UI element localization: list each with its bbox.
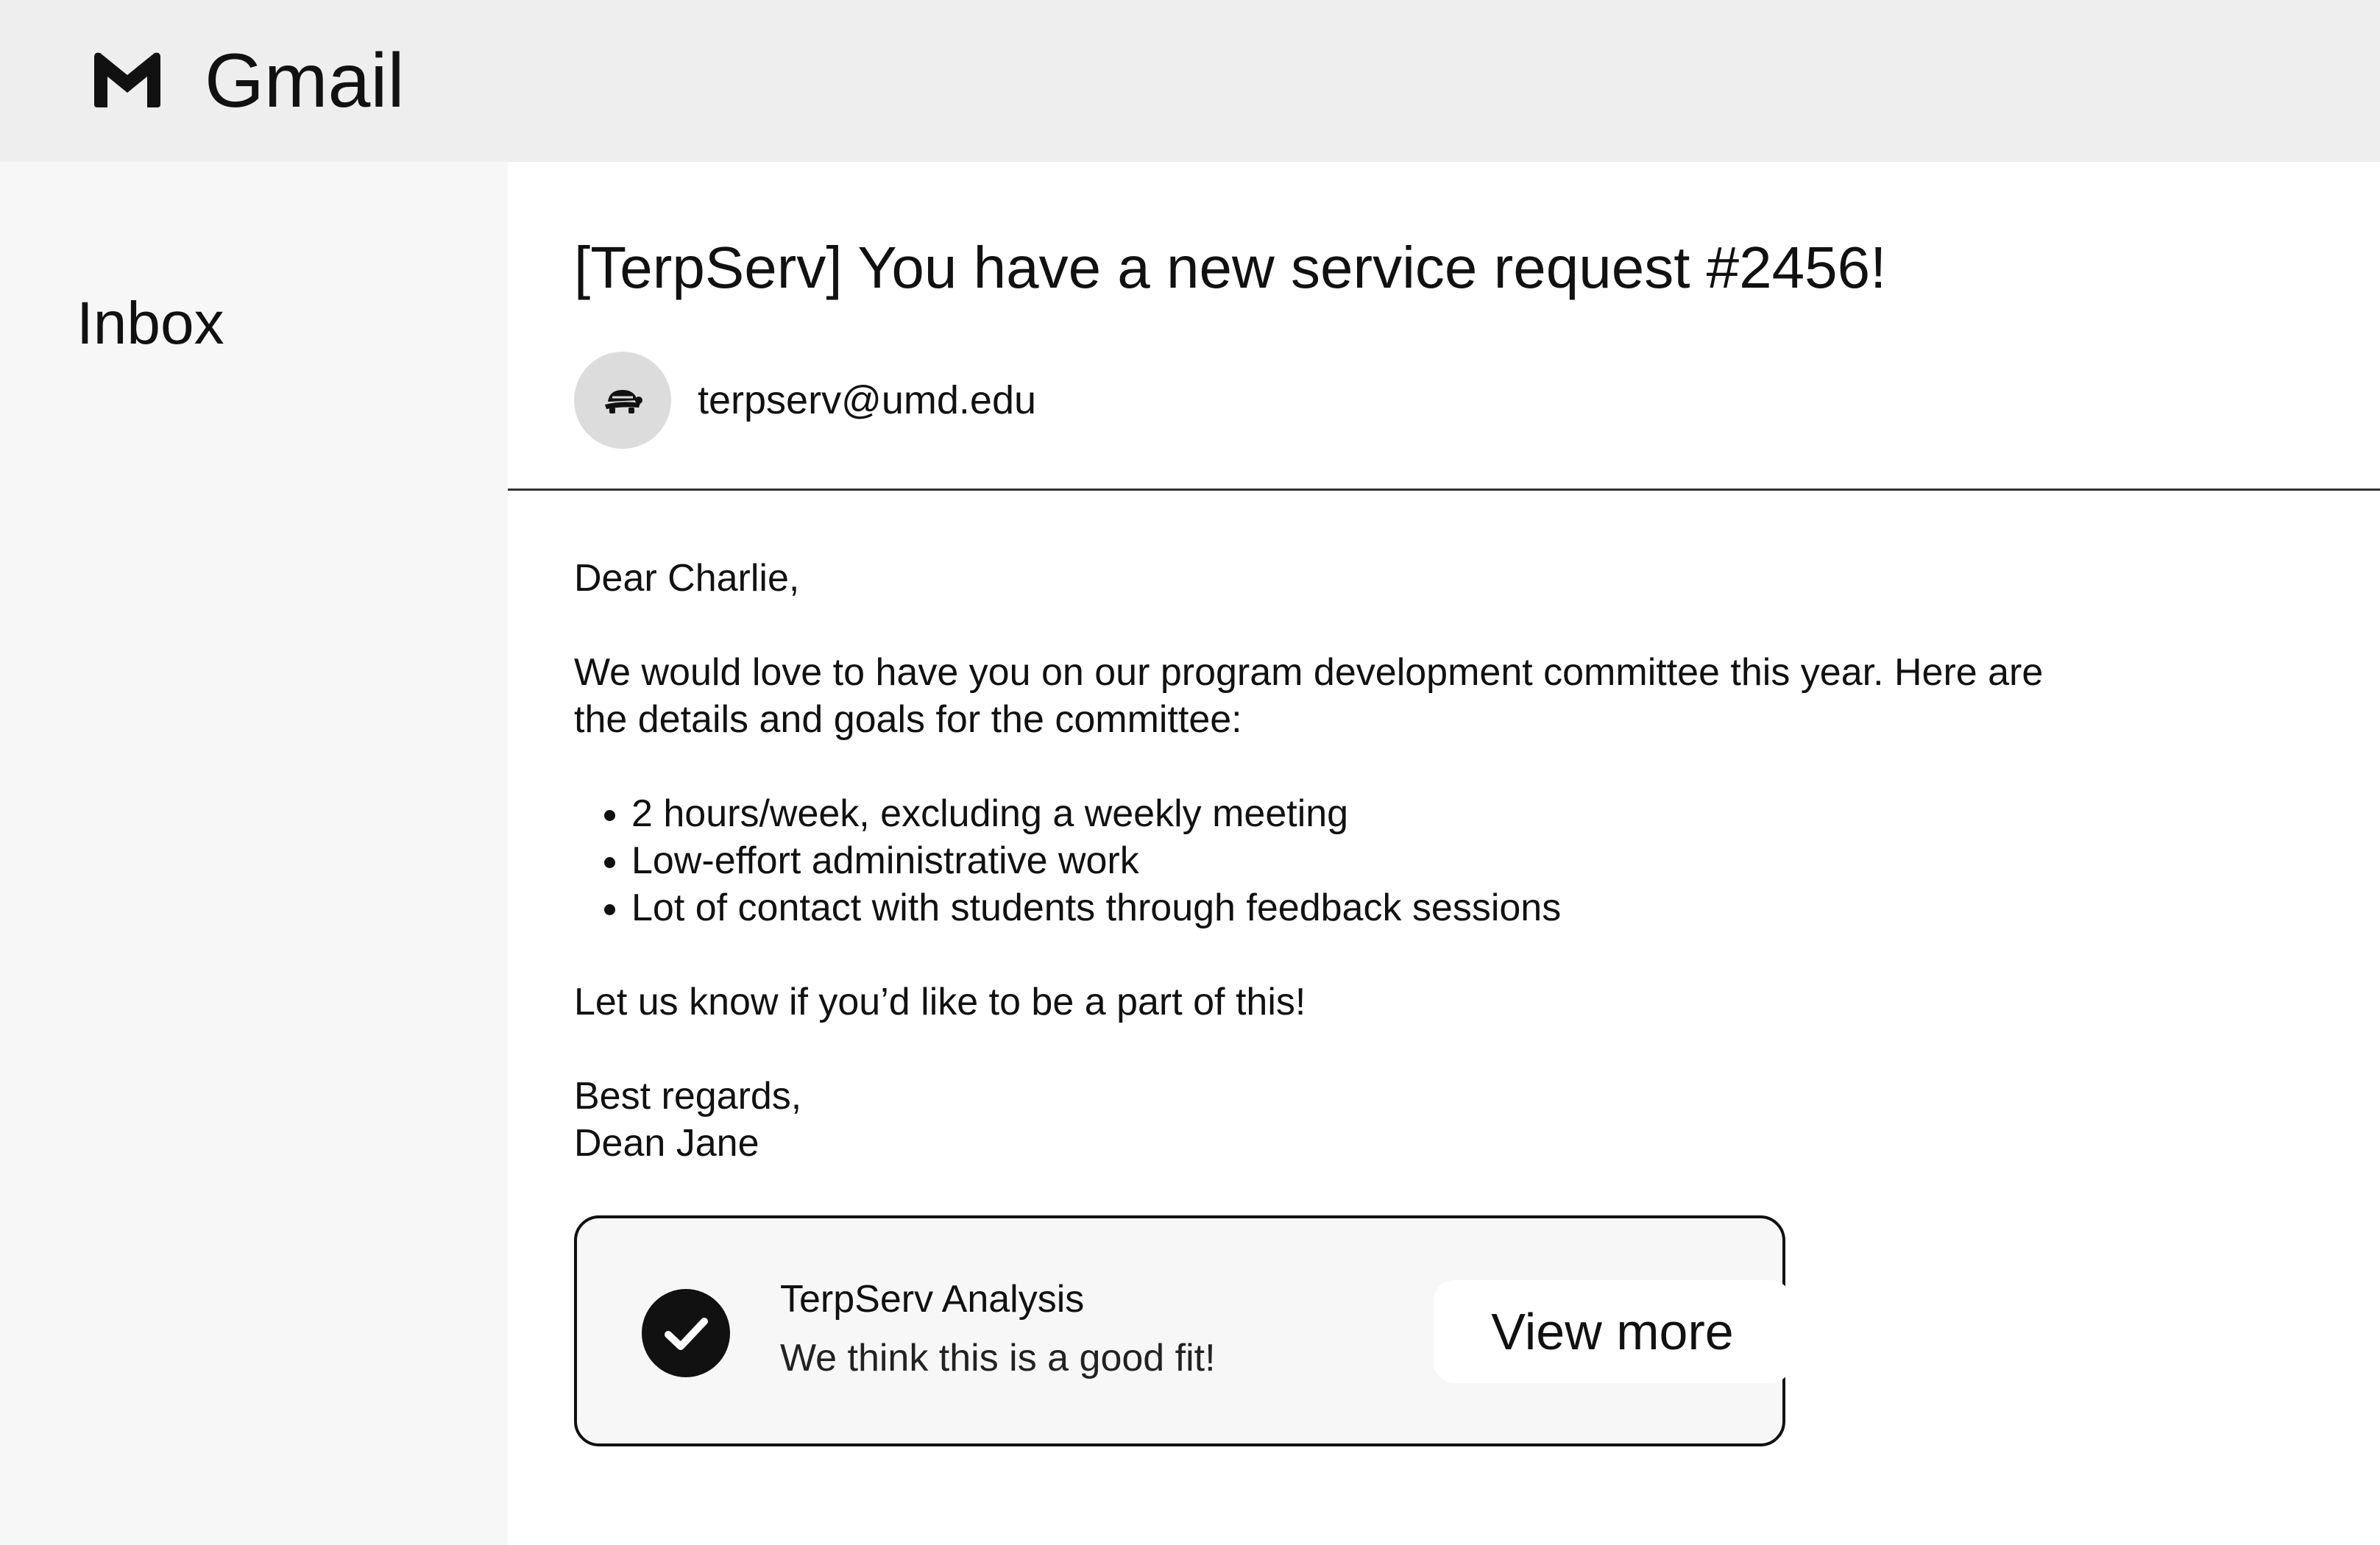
sidebar: Inbox (0, 162, 508, 1545)
sidebar-item-inbox[interactable]: Inbox (77, 287, 224, 360)
email-intro-line-2: the details and goals for the committee: (574, 698, 1242, 741)
analysis-title: TerpServ Analysis (780, 1278, 1085, 1321)
email-body: Dear Charlie, We would love to have you … (574, 555, 2267, 1167)
gmail-logo-icon[interactable] (90, 50, 165, 109)
list-item: Lot of contact with students through fee… (631, 884, 2267, 931)
view-more-button[interactable]: View more (1434, 1280, 1791, 1383)
sender-avatar (574, 352, 671, 449)
email-greeting: Dear Charlie, (574, 557, 800, 600)
app-title: Gmail (205, 38, 405, 124)
gmail-app: Gmail Inbox [TerpServ] You have a new se… (0, 0, 2380, 1545)
email-signoff: Best regards, (574, 1075, 802, 1118)
email-intro-line-1: We would love to have you on our program… (574, 651, 2044, 694)
analysis-message: We think this is a good fit! (780, 1337, 1216, 1379)
email-view: [TerpServ] You have a new service reques… (508, 162, 2380, 1545)
list-item: 2 hours/week, excluding a weekly meeting (631, 790, 2267, 837)
top-header: Gmail (0, 0, 2380, 162)
email-signature: Dean Jane (574, 1122, 759, 1165)
email-closing-question: Let us know if you’d like to be a part o… (574, 981, 1306, 1023)
sender-email[interactable]: terpserv@umd.edu (698, 375, 1036, 425)
committee-details-list: 2 hours/week, excluding a weekly meeting… (574, 790, 2267, 931)
list-item: Low-effort administrative work (631, 837, 2267, 884)
terrapin-turtle-icon (605, 390, 642, 413)
analysis-card: TerpServ Analysis We think this is a goo… (574, 1215, 1791, 1446)
check-circle-icon (642, 1289, 730, 1377)
header-divider (508, 489, 2380, 491)
email-subject: [TerpServ] You have a new service reques… (574, 235, 1887, 300)
